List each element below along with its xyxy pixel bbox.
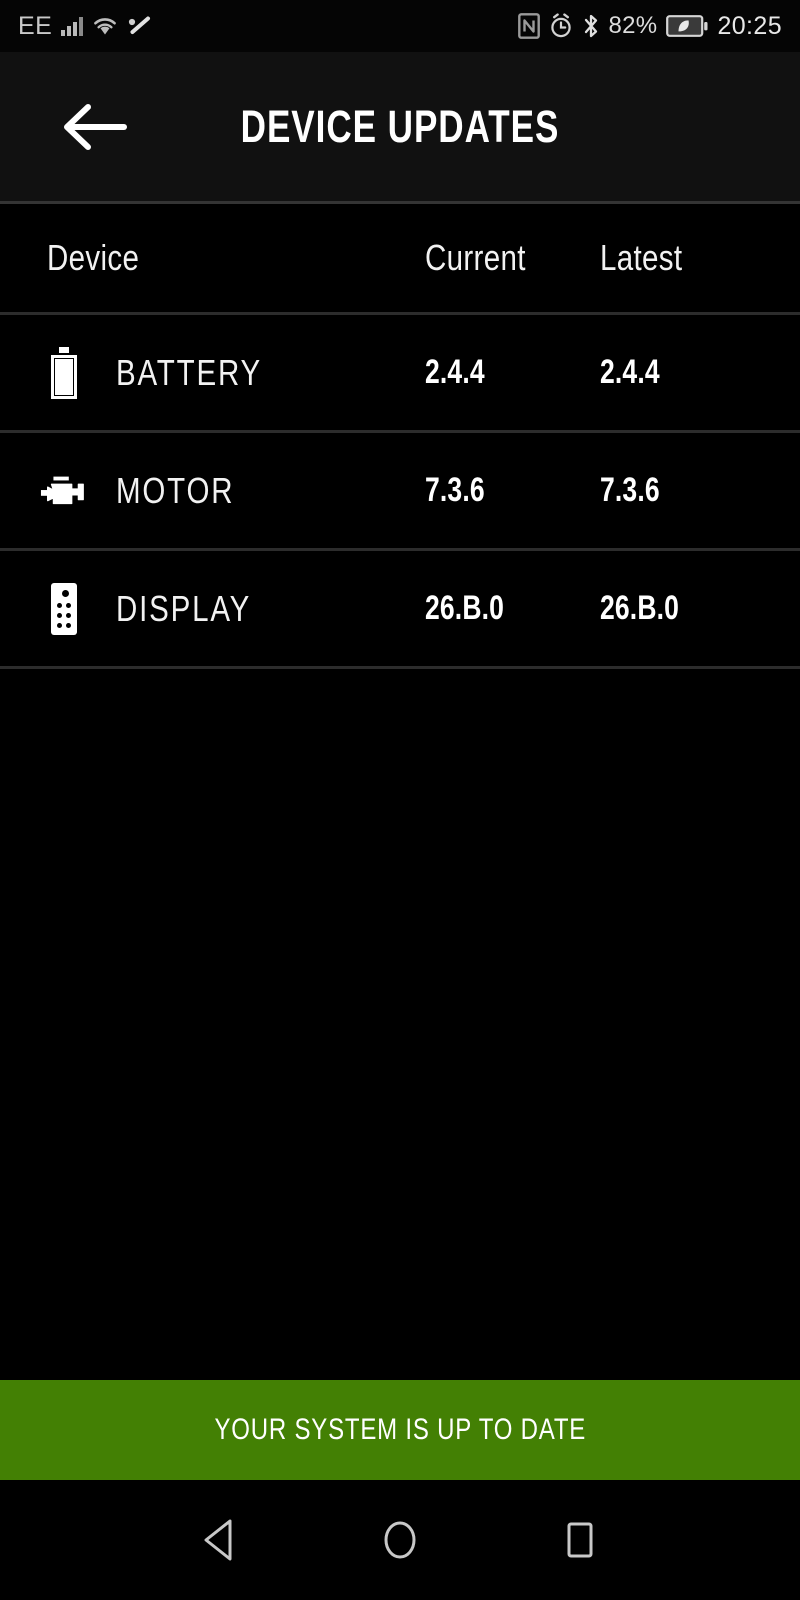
nfc-icon [517, 13, 540, 39]
wifi-icon [92, 15, 118, 37]
bluetooth-icon [582, 13, 600, 39]
device-current-version: 7.3.6 [425, 471, 485, 509]
device-latest-version: 7.3.6 [600, 471, 660, 509]
signal-bars-icon [61, 16, 84, 36]
page-title: DEVICE UPDATES [240, 100, 560, 152]
nav-home-circle-icon [384, 1521, 416, 1559]
status-bar: EE 82% 20:25 [0, 0, 800, 52]
status-bar-right: 82% 20:25 [517, 11, 783, 41]
engine-icon [40, 474, 88, 508]
device-current-version: 2.4.4 [425, 353, 485, 391]
status-bar-left: EE [18, 12, 151, 41]
data-sync-icon [127, 15, 151, 37]
column-header-latest: Latest [600, 237, 683, 278]
nav-recents-button[interactable] [540, 1500, 620, 1580]
carrier-label: EE [18, 11, 53, 40]
table-row[interactable]: MOTOR 7.3.6 7.3.6 [0, 433, 800, 551]
nav-back-triangle-icon [204, 1519, 232, 1561]
table-row[interactable]: DISPLAY 26.B.0 26.B.0 [0, 551, 800, 669]
alarm-clock-icon [549, 13, 573, 39]
app-bar: DEVICE UPDATES [0, 52, 800, 201]
battery-saver-icon [666, 14, 708, 38]
battery-icon [40, 346, 88, 399]
device-latest-version: 2.4.4 [600, 353, 660, 391]
table-header-row: Device Current Latest [0, 204, 800, 315]
device-name: BATTERY [116, 351, 263, 393]
nav-recents-square-icon [567, 1522, 593, 1558]
status-banner: YOUR SYSTEM IS UP TO DATE [0, 1380, 800, 1480]
device-name: MOTOR [116, 469, 235, 511]
clock-label: 20:25 [717, 11, 782, 40]
status-banner-label: YOUR SYSTEM IS UP TO DATE [214, 1413, 586, 1446]
device-current-version: 26.B.0 [425, 589, 505, 627]
table-row[interactable]: BATTERY 2.4.4 2.4.4 [0, 315, 800, 433]
nav-back-button[interactable] [180, 1500, 260, 1580]
android-nav-bar [0, 1480, 800, 1600]
nav-home-button[interactable] [360, 1500, 440, 1580]
column-header-device: Device [47, 237, 140, 278]
battery-percent-label: 82% [608, 12, 658, 39]
display-icon [40, 582, 88, 635]
device-updates-table: Device Current Latest BATTERY 2.4.4 2.4.… [0, 204, 800, 669]
column-header-current: Current [425, 237, 526, 278]
device-name: DISPLAY [116, 587, 252, 629]
device-latest-version: 26.B.0 [600, 589, 680, 627]
phone-screen: EE 82% 20:25 DEVICE UPDATES Device Curre… [0, 0, 800, 1600]
